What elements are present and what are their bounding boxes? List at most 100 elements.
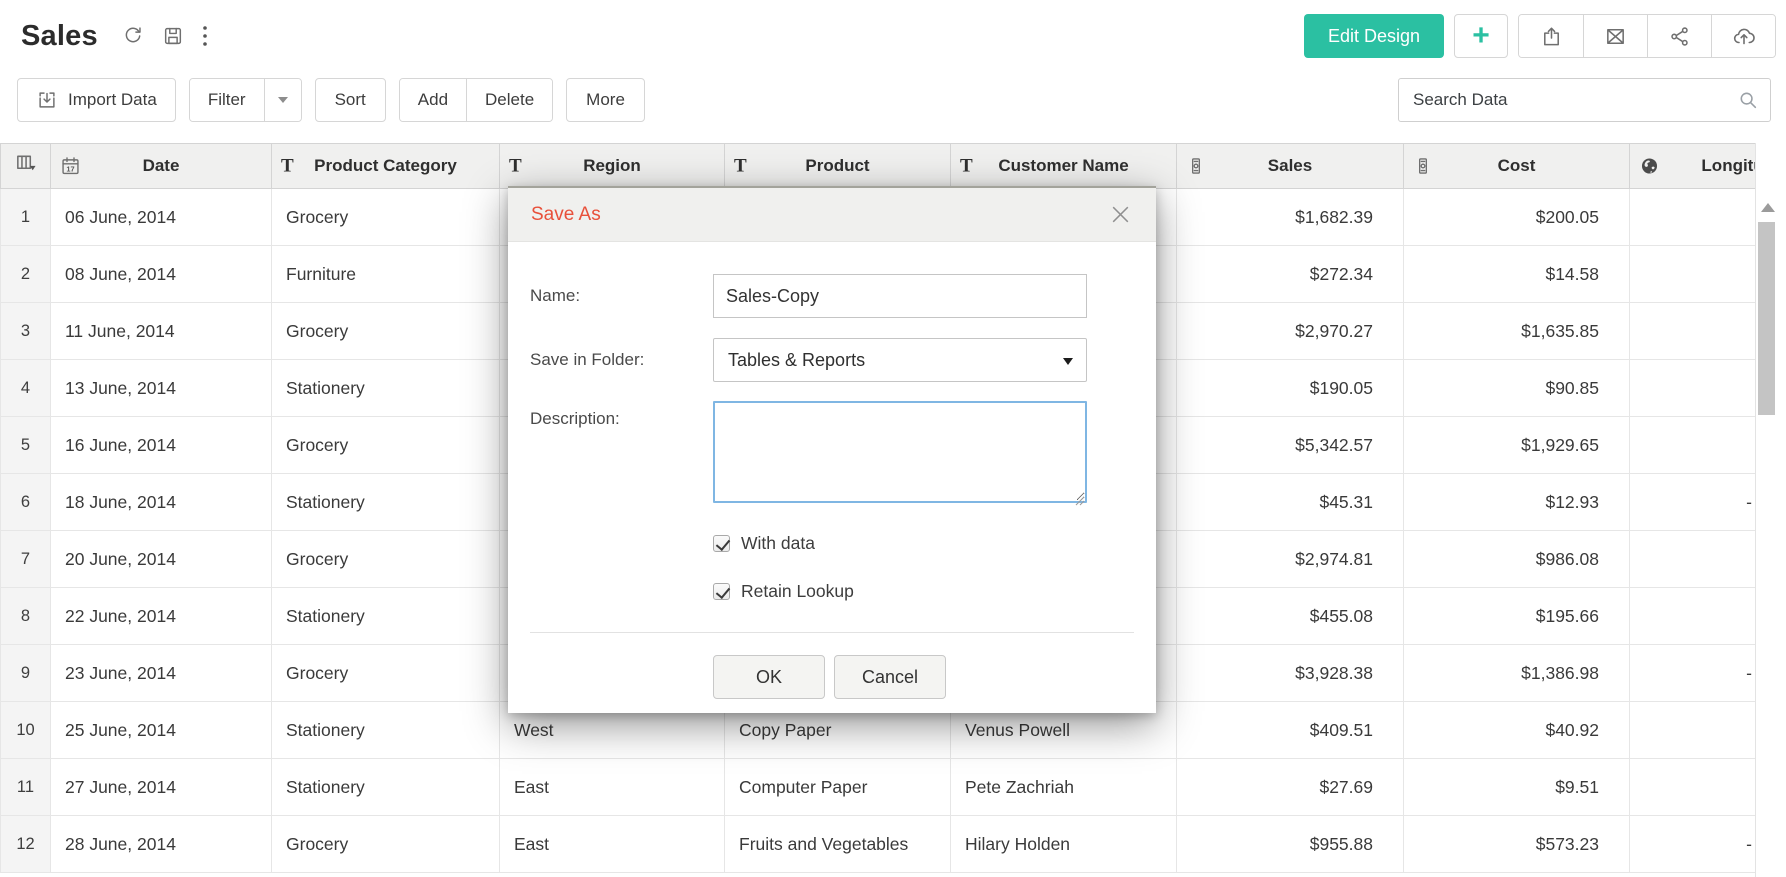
cell-date[interactable]: 25 June, 2014 (51, 702, 272, 759)
filter-dropdown-button[interactable] (264, 79, 301, 121)
share-button[interactable] (1647, 15, 1711, 57)
row-number-cell[interactable]: 1 (1, 189, 51, 246)
retain-lookup-checkbox[interactable] (713, 583, 730, 600)
search-input[interactable] (1398, 78, 1771, 122)
cell-product-category[interactable]: Stationery (272, 588, 500, 645)
cell-product[interactable]: Computer Paper (725, 759, 951, 816)
more-options-kebab-button[interactable] (200, 22, 210, 50)
cell-cost[interactable]: $12.93 (1404, 474, 1630, 531)
cell-cost[interactable]: $1,929.65 (1404, 417, 1630, 474)
cell-longitude[interactable] (1630, 189, 1756, 246)
column-header-customer-name[interactable]: T Customer Name (951, 144, 1177, 189)
cell-date[interactable]: 22 June, 2014 (51, 588, 272, 645)
save-button[interactable] (160, 23, 186, 49)
cell-sales[interactable]: $955.88 (1177, 816, 1404, 873)
cell-longitude[interactable] (1630, 246, 1756, 303)
cell-customer-name[interactable]: Pete Zachriah (951, 759, 1177, 816)
import-data-button[interactable]: Import Data (17, 78, 176, 122)
delete-button[interactable]: Delete (466, 79, 552, 121)
row-number-cell[interactable]: 2 (1, 246, 51, 303)
description-field[interactable] (713, 401, 1087, 503)
select-all-header[interactable] (1, 144, 51, 189)
cell-region[interactable]: East (500, 759, 725, 816)
cell-product-category[interactable]: Stationery (272, 360, 500, 417)
cell-longitude[interactable] (1630, 417, 1756, 474)
cell-cost[interactable]: $40.92 (1404, 702, 1630, 759)
cell-product[interactable]: Fruits and Vegetables (725, 816, 951, 873)
cell-cost[interactable]: $200.05 (1404, 189, 1630, 246)
cell-date[interactable]: 11 June, 2014 (51, 303, 272, 360)
cell-sales[interactable]: $45.31 (1177, 474, 1404, 531)
sort-button[interactable]: Sort (315, 78, 386, 122)
row-number-cell[interactable]: 7 (1, 531, 51, 588)
cell-product-category[interactable]: Grocery (272, 303, 500, 360)
cell-date[interactable]: 20 June, 2014 (51, 531, 272, 588)
cell-cost[interactable]: $9.51 (1404, 759, 1630, 816)
cell-longitude[interactable] (1630, 360, 1756, 417)
add-new-button[interactable]: + (1454, 14, 1508, 58)
cell-longitude[interactable] (1630, 303, 1756, 360)
cell-cost[interactable]: $14.58 (1404, 246, 1630, 303)
column-header-product[interactable]: T Product (725, 144, 951, 189)
filter-button[interactable]: Filter (190, 79, 264, 121)
with-data-checkbox[interactable] (713, 535, 730, 552)
cell-longitude[interactable] (1630, 759, 1756, 816)
cell-sales[interactable]: $409.51 (1177, 702, 1404, 759)
column-header-sales[interactable]: Sales (1177, 144, 1404, 189)
cell-sales[interactable]: $1,682.39 (1177, 189, 1404, 246)
cell-product-category[interactable]: Grocery (272, 816, 500, 873)
row-number-cell[interactable]: 9 (1, 645, 51, 702)
column-header-longitude[interactable]: Longitude (1630, 144, 1756, 189)
cell-sales[interactable]: $2,974.81 (1177, 531, 1404, 588)
cancel-button[interactable]: Cancel (834, 655, 946, 699)
cell-product-category[interactable]: Stationery (272, 759, 500, 816)
export-button[interactable] (1519, 15, 1583, 57)
retain-lookup-checkbox-row[interactable]: Retain Lookup (713, 581, 1134, 602)
with-data-checkbox-row[interactable]: With data (713, 533, 1134, 554)
cell-date[interactable]: 18 June, 2014 (51, 474, 272, 531)
cell-date[interactable]: 28 June, 2014 (51, 816, 272, 873)
row-number-cell[interactable]: 11 (1, 759, 51, 816)
publish-cloud-button[interactable] (1711, 15, 1775, 57)
cell-date[interactable]: 16 June, 2014 (51, 417, 272, 474)
cell-date[interactable]: 27 June, 2014 (51, 759, 272, 816)
cell-cost[interactable]: $573.23 (1404, 816, 1630, 873)
edit-design-button[interactable]: Edit Design (1304, 14, 1444, 58)
cell-sales[interactable]: $27.69 (1177, 759, 1404, 816)
cell-cost[interactable]: $1,635.85 (1404, 303, 1630, 360)
cell-date[interactable]: 06 June, 2014 (51, 189, 272, 246)
add-button[interactable]: Add (400, 79, 466, 121)
dialog-close-button[interactable] (1103, 197, 1138, 232)
row-number-cell[interactable]: 4 (1, 360, 51, 417)
cell-product-category[interactable]: Grocery (272, 645, 500, 702)
cell-product-category[interactable]: Grocery (272, 189, 500, 246)
column-header-cost[interactable]: Cost (1404, 144, 1630, 189)
cell-customer-name[interactable]: Hilary Holden (951, 816, 1177, 873)
cell-sales[interactable]: $5,342.57 (1177, 417, 1404, 474)
row-number-cell[interactable]: 3 (1, 303, 51, 360)
refresh-button[interactable] (120, 23, 146, 49)
cell-longitude[interactable]: - (1630, 474, 1756, 531)
column-header-region[interactable]: T Region (500, 144, 725, 189)
cell-longitude[interactable]: - (1630, 645, 1756, 702)
cell-longitude[interactable] (1630, 588, 1756, 645)
cell-cost[interactable]: $1,386.98 (1404, 645, 1630, 702)
row-number-cell[interactable]: 8 (1, 588, 51, 645)
cell-cost[interactable]: $90.85 (1404, 360, 1630, 417)
name-field[interactable] (713, 274, 1087, 318)
cell-cost[interactable]: $986.08 (1404, 531, 1630, 588)
cell-sales[interactable]: $272.34 (1177, 246, 1404, 303)
cell-date[interactable]: 08 June, 2014 (51, 246, 272, 303)
column-header-product-category[interactable]: T Product Category (272, 144, 500, 189)
ok-button[interactable]: OK (713, 655, 825, 699)
resize-handle-icon[interactable] (1074, 495, 1085, 506)
row-number-cell[interactable]: 10 (1, 702, 51, 759)
cell-product-category[interactable]: Furniture (272, 246, 500, 303)
scrollbar-thumb[interactable] (1758, 222, 1775, 415)
folder-select[interactable]: Tables & Reports (713, 338, 1087, 382)
cell-longitude[interactable]: - (1630, 816, 1756, 873)
cell-sales[interactable]: $190.05 (1177, 360, 1404, 417)
cell-date[interactable]: 13 June, 2014 (51, 360, 272, 417)
cell-sales[interactable]: $455.08 (1177, 588, 1404, 645)
cell-sales[interactable]: $3,928.38 (1177, 645, 1404, 702)
